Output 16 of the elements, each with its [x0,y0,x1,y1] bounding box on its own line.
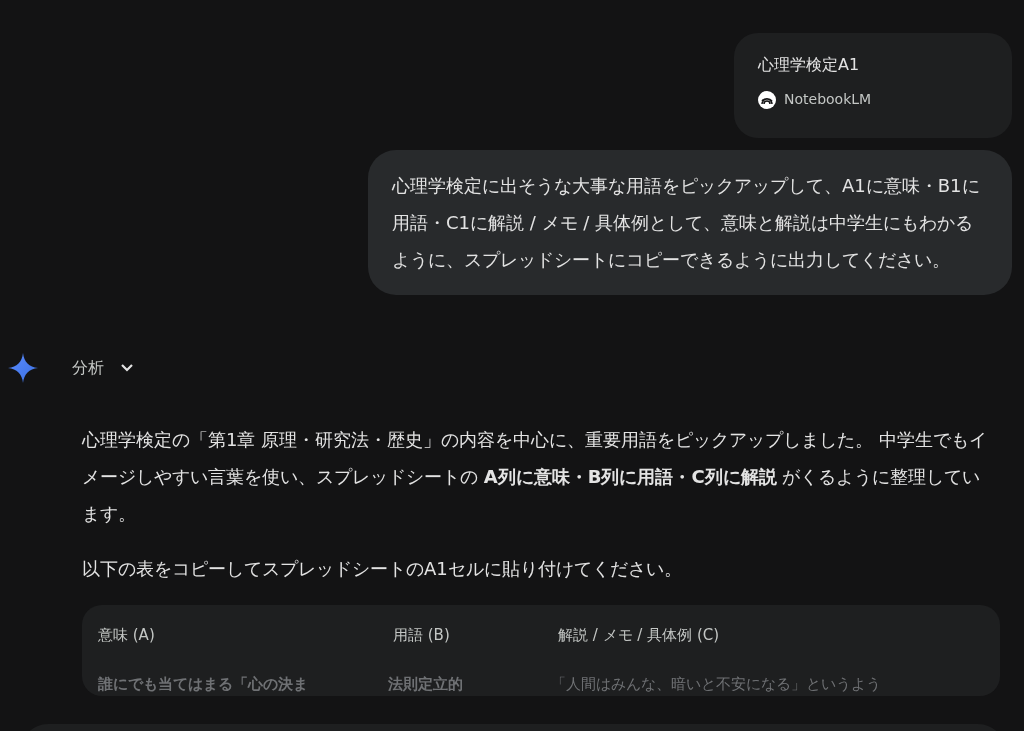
table-cell-text: 法則定立的 [388,674,465,695]
attachment-card[interactable]: 心理学検定A1 NotebookLM [734,33,1012,138]
attachment-source: NotebookLM [784,90,872,109]
chevron-icon [120,363,134,373]
notebook-logo-icon [758,90,776,109]
column-header: 意味 (A) [98,624,156,646]
thinking-toggle[interactable]: 分析 [72,356,134,380]
column-header: 用語 (B) [393,624,451,646]
table-cell-text: 誰にでも当てはまる「心の決ま [98,674,309,695]
response-paragraph: 以下の表をコピーしてスプレッドシートのA1セルに貼り付けてください。 [82,557,683,581]
sparkle-icon [8,353,38,383]
user-message: 心理学検定に出そうな大事な用語をピックアップして、A1に意味・B1に用語・C1に解説 / メモ / 具体例として、意味と解説は中学生にもわかるように、スプレッドシートにコピーできるように出力してください。 [392,174,981,272]
attachment-title: 心理学検定A1 [758,54,861,76]
table-cell-text: 「人間はみんな、暗いと不安になる」というよう [550,674,882,695]
response-paragraph: 心理学検定の「第1章 原理・研究法・歴史」の内容を中心に、重要用語をピックアップしました。 中学生でもイメージしやすい言葉を使い、スプレッドシートの A列に意味・B列に用語・C列に解説 がくるように整理しています。 [82,428,988,526]
column-header: 解説 / メモ / 具体例 (C) [558,624,721,646]
